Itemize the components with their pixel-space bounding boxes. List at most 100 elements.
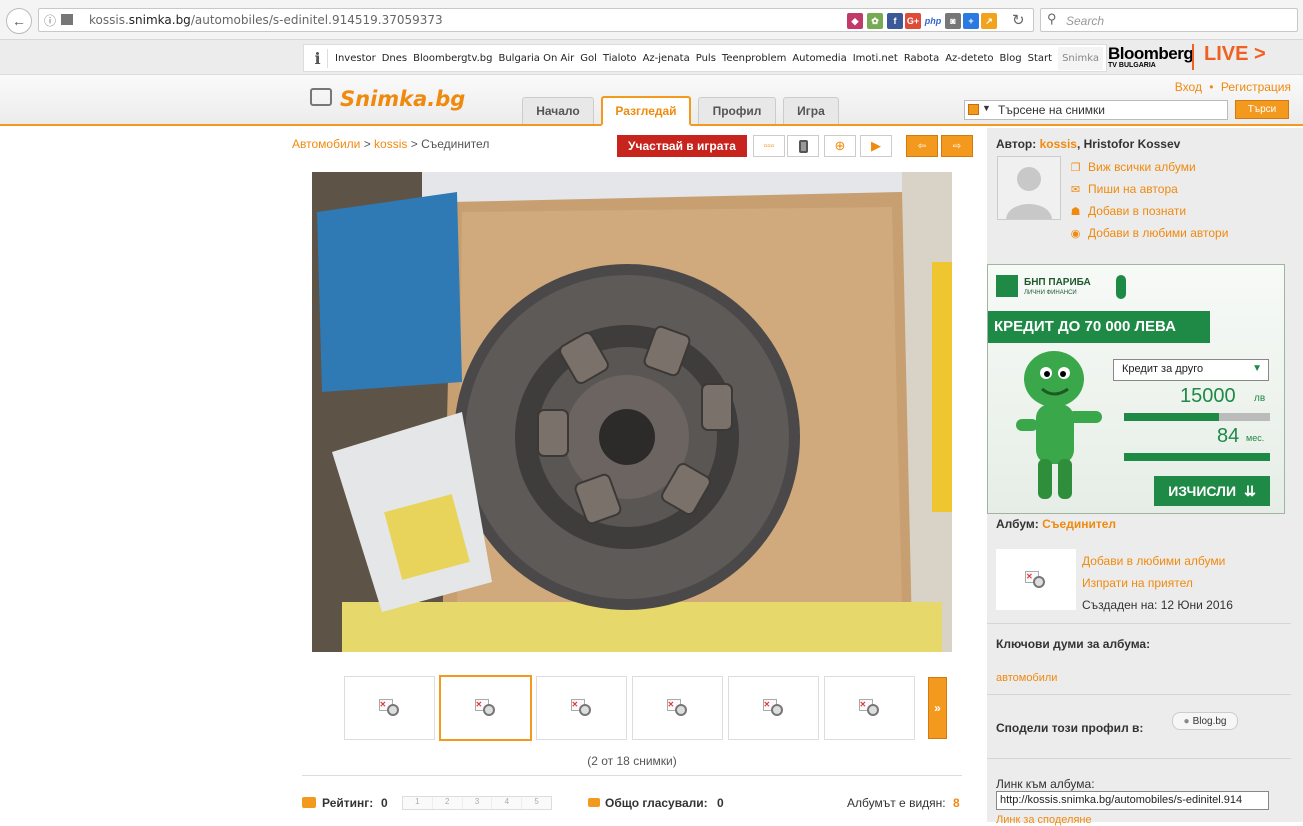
partner-link[interactable]: Automedia (792, 53, 846, 64)
partner-link[interactable]: Start (1028, 53, 1052, 64)
search-placeholder: Търсене на снимки (998, 103, 1105, 117)
breadcrumb-user[interactable]: kossis (374, 137, 407, 151)
thumbnail[interactable]: ✕ (536, 676, 627, 740)
partner-link[interactable]: Gol (580, 53, 597, 64)
rating-tick[interactable]: 4 (492, 797, 523, 809)
ad-calculate-button[interactable]: ИЗЧИСЛИ ⇊ (1154, 476, 1270, 506)
eye-icon: ◉ (1070, 227, 1081, 240)
info-i-icon[interactable]: i (308, 48, 328, 68)
view-all-albums[interactable]: ❐ Виж всички албуми (1069, 160, 1196, 174)
thumbnail[interactable]: ✕ (632, 676, 723, 740)
tab-browse[interactable]: Разгледай (601, 96, 691, 126)
php-icon[interactable]: php (923, 13, 943, 29)
rating-icon (302, 797, 316, 808)
partner-link[interactable]: Tialoto (603, 53, 637, 64)
back-button[interactable]: ← (6, 8, 32, 34)
partner-link[interactable]: Az-jenata (643, 53, 690, 64)
thumbnail[interactable]: ✕ (824, 676, 915, 740)
rating-tick[interactable]: 3 (463, 797, 493, 809)
arrow-down-icon: ⇊ (1244, 482, 1256, 499)
send-to-friend[interactable]: Изпрати на приятел (1082, 576, 1193, 590)
partner-link[interactable]: Teenproblem (722, 53, 786, 64)
partner-link[interactable]: Az-deteto (945, 53, 993, 64)
rating-tick[interactable]: 1 (403, 797, 433, 809)
broken-image-icon: ✕ (762, 699, 785, 717)
partner-link[interactable]: Rabota (904, 53, 939, 64)
address-bar[interactable]: ⓘ kossis.snimka.bg/automobiles/s-edinite… (38, 8, 1034, 32)
search-button[interactable]: Търси (1235, 100, 1289, 119)
add-favorite-author[interactable]: ◉ Добави в любими автори (1069, 226, 1229, 240)
previous-arrow-icon[interactable]: ⇦ (906, 135, 938, 157)
message-author[interactable]: ✉ Пиши на автора (1069, 182, 1178, 196)
ad-months-slider[interactable] (1124, 453, 1270, 461)
ad-months-fill (1124, 453, 1270, 461)
album-name[interactable]: Съединител (1042, 517, 1116, 531)
join-game-button[interactable]: Участвай в играта (617, 135, 747, 157)
bnp-paribas-ad[interactable]: БНП ПАРИБА ЛИЧНИ ФИНАНСИ КРЕДИТ ДО 70 00… (987, 264, 1285, 514)
more-thumbnails-button[interactable]: » (928, 677, 947, 739)
share-label: Сподели този профил в: (996, 721, 1144, 735)
next-arrow-icon[interactable]: ⇨ (941, 135, 973, 157)
rating-tick[interactable]: 2 (433, 797, 463, 809)
plus-icon[interactable]: + (963, 13, 979, 29)
breadcrumb: Автомобили > kossis > Съединител (292, 137, 490, 151)
login-link[interactable]: Вход (1175, 80, 1202, 94)
single-view-icon[interactable] (787, 135, 819, 157)
author-username[interactable]: kossis (1040, 137, 1077, 151)
info-icon[interactable]: ⓘ (44, 12, 56, 29)
rating-scale[interactable]: 1 2 3 4 5 (402, 796, 552, 810)
ad-amount-slider[interactable] (1124, 413, 1270, 421)
thumbnail[interactable]: ✕ (344, 676, 435, 740)
author-avatar[interactable] (997, 156, 1061, 220)
site-header: Snimka.bg Начало Разгледай Профил Игра В… (0, 75, 1303, 126)
zoom-icon[interactable]: ⊕ (824, 135, 856, 157)
album-cover[interactable]: ✕ (996, 549, 1076, 610)
grid-view-icon[interactable]: ▫▫▫ (753, 135, 785, 157)
partner-link[interactable]: Dnes (382, 53, 407, 64)
facebook-icon[interactable]: f (887, 13, 903, 29)
breadcrumb-category[interactable]: Автомобили (292, 137, 360, 151)
live-link[interactable]: LIVE > (1204, 43, 1266, 66)
site-logo[interactable]: Snimka.bg (340, 87, 465, 111)
search-filter-icon[interactable] (968, 104, 979, 115)
tab-profile[interactable]: Профил (698, 97, 776, 124)
envelope-icon: ✉ (1070, 183, 1081, 196)
extension-icon[interactable]: ✿ (867, 13, 883, 29)
url-text[interactable]: kossis.snimka.bg/automobiles/s-edinitel.… (89, 13, 443, 27)
tab-game[interactable]: Игра (783, 97, 839, 124)
share-link-label[interactable]: Линк за споделяне (996, 814, 1092, 826)
browser-search[interactable]: ⚲ Search (1040, 8, 1298, 32)
tab-home[interactable]: Начало (522, 97, 594, 124)
album-link-input[interactable]: http://kossis.snimka.bg/automobiles/s-ed… (996, 791, 1269, 810)
camera-icon[interactable]: ◙ (945, 13, 961, 29)
rating-value: 0 (381, 796, 388, 810)
add-contact[interactable]: ☗ Добави в познати (1069, 204, 1187, 218)
divider (987, 623, 1291, 624)
reload-icon[interactable]: ↻ (1012, 11, 1025, 29)
share-blog-button[interactable]: ● Blog.bg (1172, 712, 1238, 730)
chevron-down-icon[interactable]: ▼ (982, 103, 991, 113)
partner-link[interactable]: Puls (696, 53, 716, 64)
gplus-icon[interactable]: G+ (905, 13, 921, 29)
main-photo[interactable] (312, 172, 952, 652)
thumbnail-selected[interactable]: ✕ (439, 675, 532, 741)
photo-search-input[interactable]: ▼ Търсене на снимки (964, 100, 1228, 120)
keyword-link[interactable]: автомобили (996, 672, 1057, 684)
register-link[interactable]: Регистрация (1221, 80, 1291, 94)
thumbnail[interactable]: ✕ (728, 676, 819, 740)
broken-image-icon: ✕ (666, 699, 689, 717)
partner-link[interactable]: Investor (335, 53, 376, 64)
chart-icon[interactable]: ↗ (981, 13, 997, 29)
partner-link[interactable]: Bulgaria On Air (498, 53, 574, 64)
slideshow-play-icon[interactable]: ▶ (860, 135, 892, 157)
add-favorite-album[interactable]: Добави в любими албуми (1082, 554, 1225, 568)
ad-credit-select[interactable]: Кредит за друго ▼ (1113, 359, 1269, 381)
bloomberg-logo[interactable]: Bloomberg (1108, 44, 1194, 64)
partner-link[interactable]: Imoti.net (853, 53, 898, 64)
partner-link[interactable]: Bloombergtv.bg (413, 53, 492, 64)
extension-icon[interactable]: ◆ (847, 13, 863, 29)
green-mascot-image (1016, 351, 1102, 499)
partner-link[interactable]: Blog (1000, 53, 1022, 64)
partner-link-current[interactable]: Snimka (1058, 46, 1104, 70)
rating-tick[interactable]: 5 (522, 797, 551, 809)
